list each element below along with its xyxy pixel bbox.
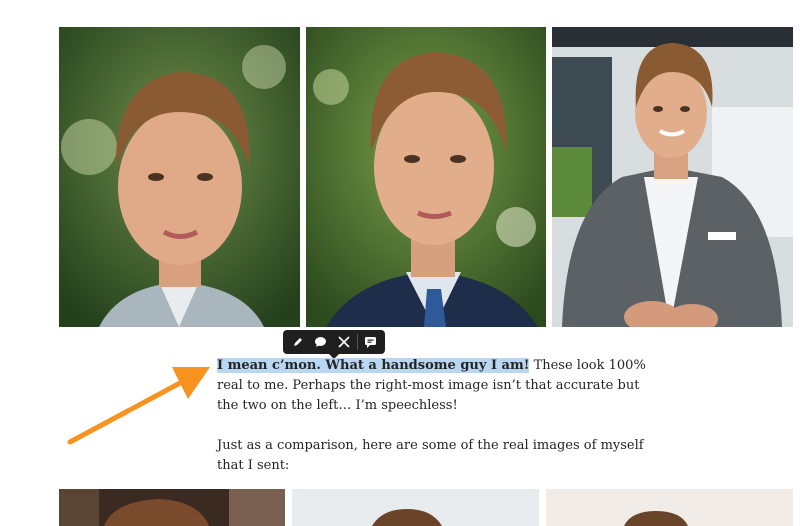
paragraph-2: Just as a comparison, here are some of t… (217, 438, 644, 473)
toolbar-divider (356, 334, 358, 350)
private-note-button[interactable] (361, 332, 381, 352)
real-photo-1 (59, 489, 285, 526)
selected-text[interactable]: I mean c’mon. What a handsome guy I am! (217, 358, 530, 373)
share-x-button[interactable] (334, 332, 354, 352)
annotation-arrow-icon (67, 367, 210, 445)
real-photo-3 (546, 489, 793, 526)
paragraph-1: I mean c’mon. What a handsome guy I am! … (217, 356, 647, 416)
selection-toolbar (283, 330, 385, 359)
speech-bubble-icon (315, 337, 326, 347)
note-icon (365, 337, 376, 348)
pencil-icon (293, 338, 302, 346)
real-photo-2 (292, 489, 539, 526)
highlight-button[interactable] (288, 332, 308, 352)
article-body: I mean c’mon. What a handsome guy I am! … (217, 356, 647, 476)
ai-portrait-1 (59, 27, 300, 327)
respond-button[interactable] (311, 332, 331, 352)
x-logo-icon (337, 336, 350, 348)
ai-portrait-3 (552, 27, 793, 327)
ai-portrait-2 (306, 27, 546, 327)
